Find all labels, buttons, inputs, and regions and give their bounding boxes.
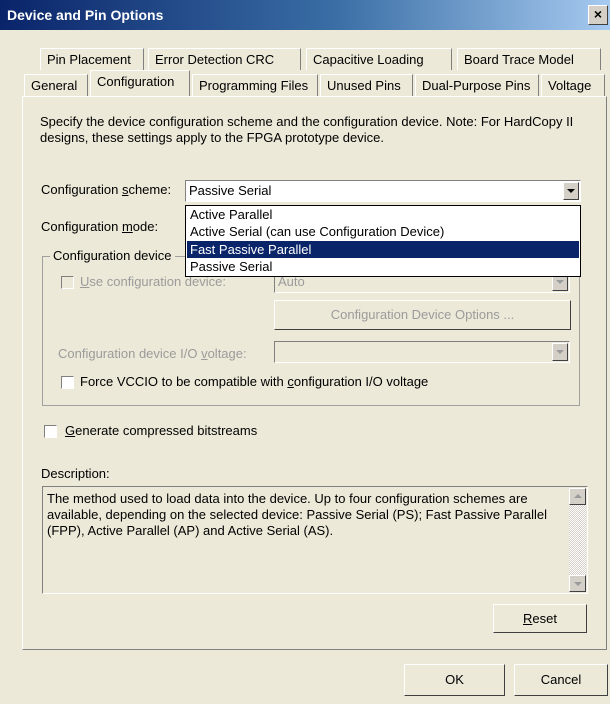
- tab-general[interactable]: General: [24, 74, 88, 96]
- arrow-up-icon: [574, 494, 582, 498]
- description-scrollbar[interactable]: [569, 488, 586, 592]
- close-icon: ×: [593, 6, 603, 22]
- tab-unused-pins[interactable]: Unused Pins: [320, 74, 413, 96]
- compressed-bitstreams-label: Generate compressed bitstreams: [65, 423, 258, 438]
- force-vccio-label: Force VCCIO to be compatible with config…: [80, 374, 429, 389]
- title-bar[interactable]: Device and Pin Options ×: [0, 0, 610, 30]
- description-label: Description:: [41, 466, 110, 481]
- intro-text: Specify the device configuration scheme …: [40, 114, 574, 145]
- reset-button[interactable]: Reset: [493, 604, 587, 633]
- description-text: The method used to load data into the de…: [47, 491, 548, 538]
- ok-button[interactable]: OK: [404, 664, 505, 696]
- compressed-bitstreams-checkbox[interactable]: [44, 425, 57, 438]
- tab-pin-placement[interactable]: Pin Placement: [40, 48, 144, 70]
- chevron-down-icon: [567, 189, 575, 193]
- io-voltage-select[interactable]: [274, 341, 570, 363]
- tab-dual-purpose-pins[interactable]: Dual-Purpose Pins: [415, 74, 539, 96]
- scroll-down-button[interactable]: [569, 575, 586, 592]
- mode-label: Configuration mode:: [41, 219, 159, 234]
- cancel-button[interactable]: Cancel: [514, 664, 608, 696]
- io-voltage-dropdown-button[interactable]: [552, 343, 568, 361]
- chevron-down-icon: [556, 280, 564, 284]
- scheme-select-value: Passive Serial: [189, 183, 272, 198]
- scroll-up-button[interactable]: [569, 488, 586, 505]
- scheme-option-active-serial[interactable]: Active Serial (can use Configuration Dev…: [187, 223, 579, 240]
- tab-board-trace-model[interactable]: Board Trace Model: [457, 48, 601, 70]
- tab-capacitive-loading[interactable]: Capacitive Loading: [306, 48, 452, 70]
- dialog-window: Device and Pin Options × Pin Placement E…: [0, 0, 610, 704]
- scheme-label: Configuration scheme:: [41, 182, 172, 197]
- scheme-dropdown-list: Active Parallel Active Serial (can use C…: [185, 205, 581, 277]
- scheme-option-active-parallel[interactable]: Active Parallel: [187, 206, 579, 223]
- tab-programming-files[interactable]: Programming Files: [192, 74, 318, 96]
- arrow-down-icon: [574, 582, 582, 586]
- use-device-checkbox[interactable]: [61, 276, 74, 289]
- scheme-dropdown-button[interactable]: [563, 182, 579, 200]
- dialog-title: Device and Pin Options: [7, 7, 164, 23]
- io-voltage-label: Configuration device I/O voltage:: [58, 346, 247, 361]
- scheme-option-fast-passive-parallel[interactable]: Fast Passive Parallel: [187, 241, 579, 258]
- scheme-select[interactable]: Passive Serial: [185, 180, 581, 202]
- tab-configuration[interactable]: Configuration: [90, 70, 190, 96]
- force-vccio-checkbox[interactable]: [61, 376, 74, 389]
- scheme-option-passive-serial[interactable]: Passive Serial: [187, 258, 579, 275]
- group-title: Configuration device: [50, 248, 175, 263]
- tab-error-detection-crc[interactable]: Error Detection CRC: [148, 48, 301, 70]
- close-button[interactable]: ×: [588, 5, 608, 25]
- description-box: The method used to load data into the de…: [42, 486, 588, 594]
- chevron-down-icon: [556, 350, 564, 354]
- tab-voltage[interactable]: Voltage: [541, 74, 605, 96]
- config-device-options-button[interactable]: Configuration Device Options ...: [274, 300, 571, 330]
